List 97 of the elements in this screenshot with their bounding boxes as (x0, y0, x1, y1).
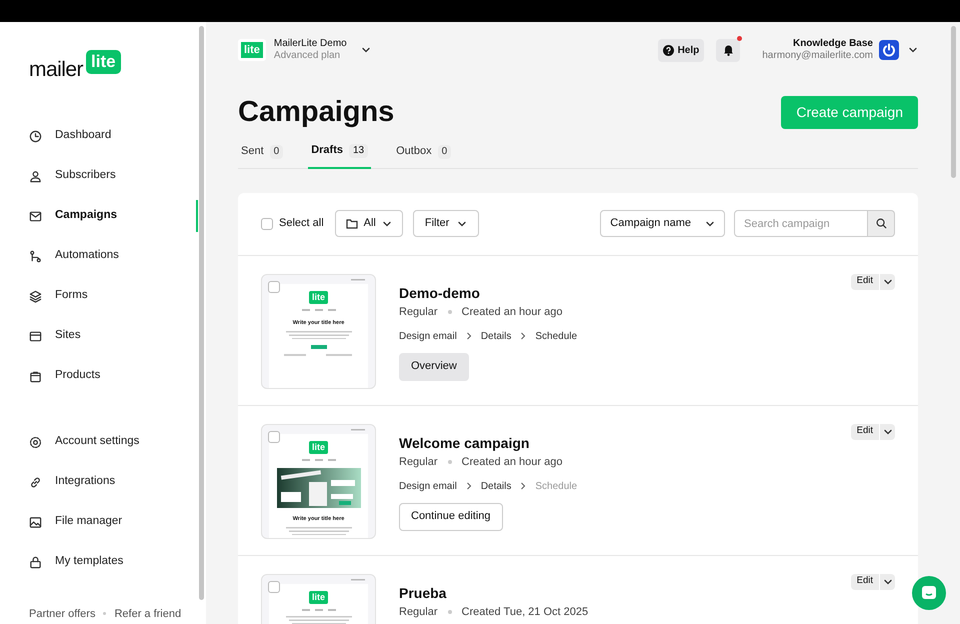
edit-menu-button[interactable] (880, 274, 895, 290)
step-link[interactable]: Design email (399, 478, 457, 494)
lock-icon (29, 556, 42, 568)
campaign-type: Regular (399, 604, 438, 618)
sidebar-item[interactable]: Products (0, 356, 206, 396)
user-email: harmony@mailerlite.com (762, 50, 873, 62)
step-link[interactable]: Design email (399, 328, 457, 344)
flow-icon (29, 250, 42, 262)
sidebar-item[interactable]: Integrations (0, 462, 206, 502)
user-menu-dropdown[interactable] (908, 45, 918, 55)
footer-link[interactable]: Partner offers (29, 606, 96, 622)
footer-link[interactable]: Refer a friend (114, 606, 182, 622)
browser-icon (29, 330, 42, 342)
edit-menu-button[interactable] (880, 574, 895, 590)
logo-badge: lite (86, 50, 121, 74)
campaign-name[interactable]: Welcome campaign (399, 432, 530, 454)
checkbox[interactable] (268, 280, 280, 292)
image-icon (29, 516, 42, 528)
account-plan: Advanced plan (274, 50, 342, 62)
notifications-button[interactable] (716, 38, 740, 62)
sort-dropdown[interactable]: Campaign name (600, 210, 725, 237)
account-name: MailerLite Demo (274, 38, 347, 50)
sidebar-item[interactable]: Sites (0, 316, 206, 356)
preview-link-drawing (351, 428, 365, 430)
sidebar-item[interactable]: Automations (0, 236, 206, 276)
help-icon (662, 44, 674, 56)
logo-wordmark: mailer (29, 57, 84, 83)
sidebar-item[interactable]: File manager (0, 502, 206, 542)
user-icon (29, 170, 42, 182)
chat-button[interactable] (912, 576, 946, 610)
checkbox[interactable] (268, 430, 280, 442)
chat-icon (921, 585, 937, 601)
clock-icon (29, 130, 42, 142)
page-title: Campaigns (238, 95, 394, 130)
edit-menu-button[interactable] (880, 424, 895, 440)
preview-logo: lite (308, 590, 328, 604)
tab[interactable]: Sent 0 (238, 134, 286, 168)
search-field[interactable]: Search campaign (734, 210, 868, 237)
step-link[interactable]: Details (480, 478, 512, 494)
folder-icon (346, 218, 358, 229)
sidebar-item[interactable]: Forms (0, 276, 206, 316)
chevron-right-icon (520, 482, 526, 490)
preview-body-drawing (284, 330, 354, 357)
sidebar-item[interactable]: Account settings (0, 422, 206, 462)
preview-logo: lite (308, 440, 328, 454)
layers-icon (29, 290, 42, 302)
user-name: Knowledge Base (792, 38, 873, 50)
campaign-name[interactable]: Prueba (399, 582, 446, 604)
created-time: Created Tue, 21 Oct 2025 (462, 604, 588, 618)
scrollbar[interactable] (951, 26, 956, 178)
chevron-right-icon (466, 332, 472, 340)
overview-button[interactable]: Overview (399, 352, 469, 380)
step-link[interactable]: Schedule (535, 328, 578, 344)
search-icon (876, 218, 886, 229)
user-avatar[interactable] (879, 40, 899, 60)
sidebar-item[interactable]: My templates (0, 542, 206, 582)
tab-count: 13 (349, 144, 368, 158)
campaign-name[interactable]: Demo-demo (399, 282, 480, 304)
sidebar-item[interactable]: Campaigns (0, 196, 206, 236)
help-button[interactable]: Help (658, 38, 704, 62)
account-dropdown[interactable] (360, 45, 371, 55)
select-all-label: Select all (279, 216, 324, 232)
tab[interactable]: Outbox 0 (393, 134, 454, 168)
tab[interactable]: Drafts 13 (308, 134, 372, 168)
chevron-right-icon (520, 332, 526, 340)
step-link[interactable]: Details (480, 328, 512, 344)
continue-editing-button[interactable]: Continue editing (399, 502, 503, 530)
search-button[interactable] (868, 210, 895, 237)
created-time: Created an hour ago (462, 304, 562, 318)
tab-count: 0 (270, 144, 284, 158)
campaign-type: Regular (399, 454, 438, 468)
edit-button[interactable]: Edit (850, 424, 879, 440)
checkbox[interactable] (268, 580, 280, 592)
mail-icon (29, 210, 42, 222)
chevron-right-icon (466, 482, 472, 490)
filter-dropdown[interactable]: Filter (412, 210, 480, 237)
settings-icon (29, 436, 42, 448)
preview-logo: lite (308, 290, 328, 304)
sidebar-item[interactable]: Dashboard (0, 116, 206, 156)
sidebar-item[interactable]: Subscribers (0, 156, 206, 196)
link-icon (29, 476, 42, 488)
folder-dropdown[interactable]: All (334, 210, 403, 237)
edit-button[interactable]: Edit (850, 574, 879, 590)
tab-count: 0 (438, 144, 452, 158)
bell-icon (722, 44, 734, 56)
chevron-down-icon (360, 45, 371, 55)
bag-icon (29, 370, 42, 382)
preview-body-drawing (284, 526, 354, 535)
edit-button[interactable]: Edit (850, 274, 879, 290)
checkbox[interactable] (261, 218, 273, 230)
scrollbar[interactable] (199, 26, 204, 600)
chevron-down-icon (908, 45, 918, 55)
preview-link-drawing (351, 278, 365, 280)
account-logo: lite (238, 39, 266, 61)
preview-link-drawing (351, 578, 365, 580)
created-time: Created an hour ago (462, 454, 562, 468)
campaign-type: Regular (399, 304, 438, 318)
